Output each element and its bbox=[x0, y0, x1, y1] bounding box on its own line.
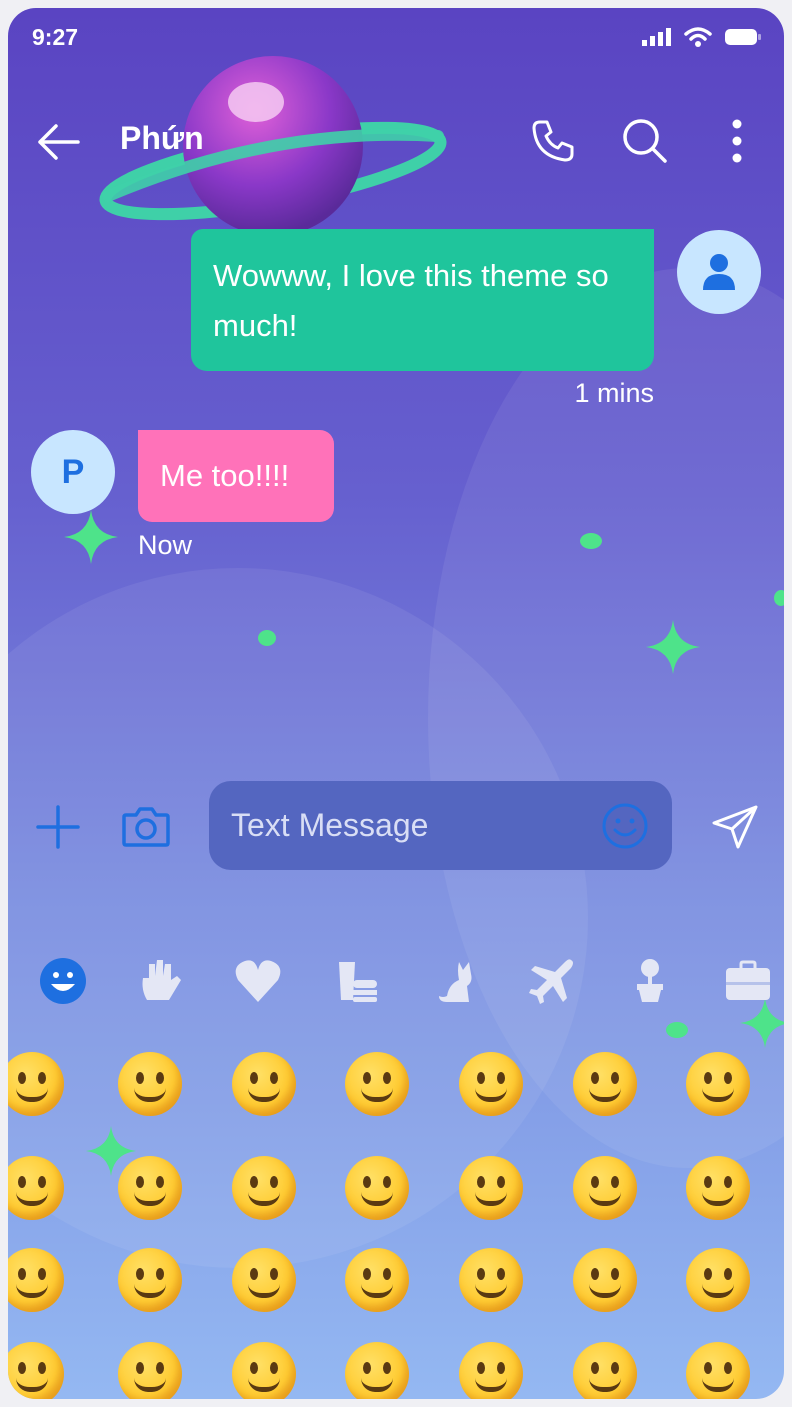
category-smileys-tab[interactable] bbox=[33, 952, 93, 1010]
emoji-category-bar bbox=[8, 952, 784, 1012]
cat-category-icon bbox=[439, 962, 472, 1002]
category-objects-tab[interactable] bbox=[718, 952, 778, 1010]
emoji-key[interactable]: 😳 bbox=[455, 1244, 527, 1316]
emoji-key[interactable]: 😞 bbox=[569, 1338, 641, 1399]
heart-category-icon bbox=[235, 960, 281, 1002]
flower-category-icon bbox=[637, 959, 663, 1002]
message-input-container bbox=[209, 781, 672, 870]
incoming-message-time: Now bbox=[138, 530, 193, 560]
emoji-key[interactable]: 😆 bbox=[341, 1048, 413, 1120]
emoji-key[interactable]: ☹️ bbox=[682, 1338, 754, 1399]
contact-name: Phứn bbox=[120, 120, 204, 156]
emoji-key[interactable]: 😀 bbox=[114, 1048, 186, 1120]
outgoing-message-bubble[interactable]: Wowww, I love this theme so much! bbox=[191, 229, 654, 371]
decor-dot bbox=[258, 630, 276, 646]
phone-icon[interactable] bbox=[528, 116, 578, 166]
sparkle-icon bbox=[646, 620, 700, 674]
more-options-icon[interactable] bbox=[712, 116, 762, 166]
emoji-key[interactable]: 😗 bbox=[8, 1244, 68, 1316]
search-icon[interactable] bbox=[620, 116, 670, 166]
briefcase-category-icon bbox=[726, 960, 770, 1000]
emoji-key[interactable]: 😓 bbox=[228, 1338, 300, 1399]
food-category-icon bbox=[339, 962, 377, 1002]
category-food-tab[interactable] bbox=[326, 952, 386, 1010]
decor-dot bbox=[666, 1022, 688, 1038]
camera-icon[interactable] bbox=[120, 801, 172, 851]
status-time: 9:27 bbox=[32, 24, 79, 50]
category-hearts-tab[interactable] bbox=[228, 952, 288, 1010]
emoji-key[interactable]: 😍 bbox=[569, 1152, 641, 1224]
my-avatar[interactable] bbox=[677, 230, 761, 314]
emoji-key[interactable]: 😭 bbox=[682, 1244, 754, 1316]
plane-category-icon bbox=[529, 959, 573, 1004]
phone-screen: 9:27 Phứn Wowww, I love this theme so mu… bbox=[8, 8, 784, 1399]
emoji-key[interactable]: ☺️ bbox=[114, 1152, 186, 1224]
chat-header: Phứn bbox=[8, 98, 784, 188]
emoji-key[interactable]: 😉 bbox=[341, 1152, 413, 1224]
emoji-key[interactable]: 😊 bbox=[8, 1152, 68, 1224]
emoji-key[interactable]: 🙃 bbox=[569, 1244, 641, 1316]
wifi-icon bbox=[684, 27, 712, 47]
emoji-key[interactable]: 😅 bbox=[455, 1048, 527, 1120]
emoji-key[interactable]: 😖 bbox=[341, 1338, 413, 1399]
emoji-key[interactable]: 😢 bbox=[8, 1338, 68, 1399]
emoji-key[interactable]: 😁 bbox=[228, 1048, 300, 1120]
emoji-key[interactable]: 🤣 bbox=[682, 1048, 754, 1120]
emoji-picker-icon[interactable] bbox=[600, 801, 650, 851]
contact-avatar[interactable]: P bbox=[31, 430, 115, 514]
emoji-key[interactable]: 😢 bbox=[114, 1338, 186, 1399]
category-nature-tab[interactable] bbox=[620, 952, 680, 1010]
smiley-category-icon bbox=[40, 958, 86, 1004]
incoming-message-bubble[interactable]: Me too!!!! bbox=[138, 430, 334, 522]
emoji-key[interactable]: 😏 bbox=[455, 1152, 527, 1224]
emoji-key[interactable]: 😚 bbox=[228, 1244, 300, 1316]
hand-category-icon bbox=[142, 960, 181, 1000]
emoji-key[interactable]: 🤗 bbox=[341, 1244, 413, 1316]
emoji-key[interactable]: 🙂 bbox=[8, 1048, 68, 1120]
battery-icon bbox=[725, 29, 761, 45]
emoji-key[interactable]: 😘 bbox=[682, 1152, 754, 1224]
decor-dot bbox=[580, 533, 602, 549]
outgoing-message-time: 1 mins bbox=[574, 378, 654, 408]
user-icon bbox=[703, 254, 735, 290]
emoji-key[interactable]: 😔 bbox=[455, 1338, 527, 1399]
back-arrow-icon[interactable] bbox=[34, 120, 82, 164]
category-animals-tab[interactable] bbox=[424, 952, 484, 1010]
emoji-key[interactable]: 😂 bbox=[569, 1048, 641, 1120]
signal-icon bbox=[642, 28, 671, 46]
category-travel-tab[interactable] bbox=[522, 952, 582, 1010]
message-composer bbox=[8, 781, 784, 873]
message-input[interactable] bbox=[231, 781, 591, 870]
emoji-key[interactable]: 😙 bbox=[114, 1244, 186, 1316]
category-gestures-tab[interactable] bbox=[130, 952, 190, 1010]
decor-dot bbox=[774, 590, 784, 606]
send-icon[interactable] bbox=[710, 803, 760, 851]
sparkle-icon bbox=[64, 510, 118, 564]
add-icon[interactable] bbox=[34, 803, 82, 851]
emoji-key[interactable]: 😌 bbox=[228, 1152, 300, 1224]
